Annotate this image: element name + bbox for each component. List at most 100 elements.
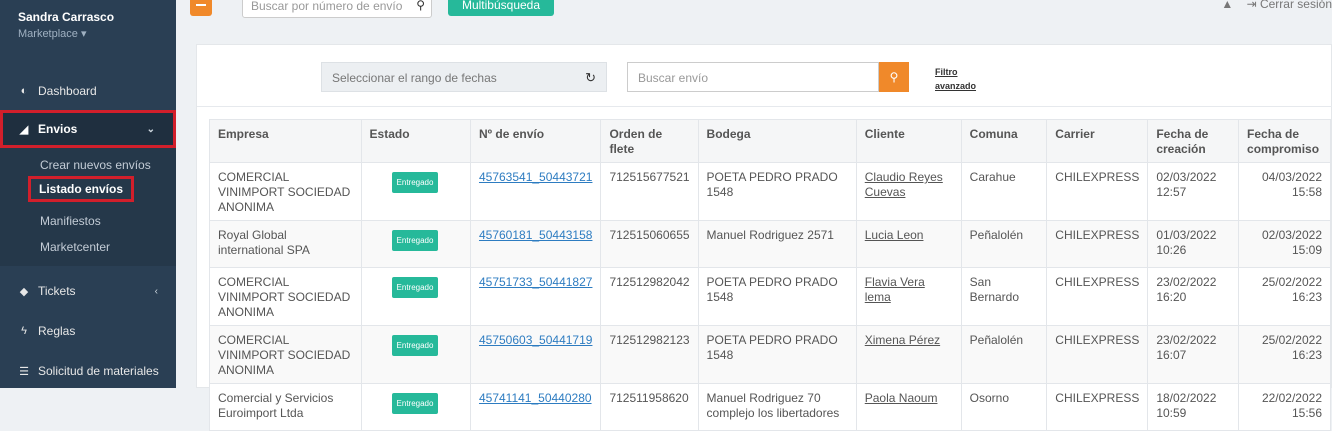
- table-row: COMERCIAL VINIMPORT SOCIEDAD ANONIMA Entr…: [209, 162, 1331, 221]
- col-cliente[interactable]: Cliente: [855, 119, 962, 163]
- cell-carrier: CHILEXPRESS: [1046, 383, 1149, 431]
- filter-row: Seleccionar el rango de fechas ↻ Buscar …: [197, 45, 1332, 107]
- date-range-picker[interactable]: Seleccionar el rango de fechas ↻: [321, 62, 607, 92]
- cell-empresa: COMERCIAL VINIMPORT SOCIEDAD ANONIMA: [209, 325, 362, 384]
- cell-bodega: Manuel Rodriguez 70 complejo los liberta…: [697, 383, 857, 431]
- shipment-number-link[interactable]: 45763541_50443721: [479, 170, 592, 184]
- cell-bodega: POETA PEDRO PRADO 1548: [697, 325, 857, 384]
- bell-icon[interactable]: ▲: [1221, 0, 1233, 11]
- submenu-marketcenter[interactable]: Marketcenter: [30, 236, 120, 258]
- client-link[interactable]: Ximena Pérez: [865, 333, 940, 347]
- col-envio[interactable]: Nº de envío: [469, 119, 602, 163]
- bolt-icon: ϟ: [21, 325, 27, 337]
- submenu-listado-envios[interactable]: Listado envíos: [28, 176, 135, 202]
- cell-carrier: CHILEXPRESS: [1046, 267, 1149, 326]
- sidebar-item-dashboard[interactable]: ◐ Dashboard: [0, 72, 176, 110]
- cell-bodega: POETA PEDRO PRADO 1548: [697, 267, 857, 326]
- user-role-dropdown[interactable]: Marketplace ▾: [18, 27, 114, 40]
- cell-bodega: Manuel Rodriguez 2571: [697, 220, 857, 268]
- col-estado[interactable]: Estado: [360, 119, 471, 163]
- search-icon: ⚲: [889, 70, 899, 84]
- cell-comuna: Osorno: [960, 383, 1048, 431]
- shipment-number-link[interactable]: 45760181_50443158: [479, 228, 592, 242]
- cell-envio: 45751733_50441827: [469, 267, 602, 326]
- cell-fecha-creacion: 02/03/2022 12:57: [1147, 162, 1240, 221]
- cell-carrier: CHILEXPRESS: [1046, 162, 1149, 221]
- cell-estado: Entregado: [360, 383, 471, 431]
- col-fecha-compromiso[interactable]: Fecha de compromiso: [1238, 119, 1331, 163]
- sidebar-item-label: Envios: [38, 122, 78, 136]
- chevron-down-icon: ⌄: [146, 123, 155, 135]
- cell-empresa: Royal Global international SPA: [209, 220, 362, 268]
- status-badge: Entregado: [391, 277, 439, 298]
- client-link[interactable]: Flavia Vera lema: [865, 275, 925, 304]
- client-link[interactable]: Claudio Reyes Cuevas: [865, 170, 943, 199]
- cell-cliente: Ximena Pérez: [855, 325, 962, 384]
- list-icon: ☰: [19, 365, 29, 378]
- col-comuna[interactable]: Comuna: [960, 119, 1048, 163]
- cell-fecha-compromiso: 25/02/2022 16:23: [1238, 267, 1331, 326]
- submenu-manifiestos[interactable]: Manifiestos: [30, 210, 111, 232]
- submenu-crear-envios[interactable]: Crear nuevos envíos: [30, 154, 161, 176]
- sidebar-item-tickets[interactable]: ◆ Tickets ‹: [0, 272, 176, 310]
- cell-fecha-creacion: 01/03/2022 10:26: [1147, 220, 1240, 268]
- col-carrier[interactable]: Carrier: [1046, 119, 1149, 163]
- envios-submenu: Crear nuevos envíos Listado envíos Manif…: [0, 148, 176, 266]
- col-orden-flete[interactable]: Orden de flete: [600, 119, 699, 163]
- cell-cliente: Flavia Vera lema: [855, 267, 962, 326]
- shipment-number-link[interactable]: 45750603_50441719: [479, 333, 592, 347]
- sidebar-item-envios[interactable]: ◢ Envios ⌄: [0, 110, 176, 148]
- chevron-left-icon: ‹: [154, 285, 158, 297]
- topbar-right: ▲ ⇥ Cerrar sesión: [1221, 0, 1332, 11]
- cell-fecha-creacion: 23/02/2022 16:07: [1147, 325, 1240, 384]
- cell-estado: Entregado: [360, 267, 471, 326]
- shipments-table: Empresa Estado Nº de envío Orden de flet…: [209, 119, 1331, 431]
- search-shipment-input[interactable]: Buscar envío: [627, 62, 879, 92]
- cell-empresa: COMERCIAL VINIMPORT SOCIEDAD ANONIMA: [209, 162, 362, 221]
- sidebar-item-solicitud-materiales[interactable]: ☰ Solicitud de materiales: [0, 352, 176, 390]
- date-range-label: Seleccionar el rango de fechas: [332, 71, 497, 85]
- table-row: COMERCIAL VINIMPORT SOCIEDAD ANONIMA Entr…: [209, 267, 1331, 326]
- cell-empresa: COMERCIAL VINIMPORT SOCIEDAD ANONIMA: [209, 267, 362, 326]
- status-badge: Entregado: [391, 172, 439, 193]
- sidebar-item-label: Solicitud de materiales: [38, 364, 159, 378]
- table-row: COMERCIAL VINIMPORT SOCIEDAD ANONIMA Entr…: [209, 325, 1331, 384]
- cell-cliente: Lucia Leon: [855, 220, 962, 268]
- cell-comuna: Peñalolén: [960, 325, 1048, 384]
- filtro-line1: Filtro: [935, 67, 958, 77]
- cell-orden-flete: 712515060655: [600, 220, 699, 268]
- cell-fecha-compromiso: 02/03/2022 15:09: [1238, 220, 1331, 268]
- menu-toggle-button[interactable]: [190, 0, 212, 16]
- col-empresa[interactable]: Empresa: [209, 119, 362, 163]
- sidebar-item-reglas[interactable]: ϟ Reglas: [0, 312, 176, 350]
- table-header-row: Empresa Estado Nº de envío Orden de flet…: [209, 119, 1331, 163]
- search-icon[interactable]: ⚲: [416, 0, 425, 12]
- refresh-icon[interactable]: ↻: [585, 70, 596, 86]
- cell-carrier: CHILEXPRESS: [1046, 220, 1149, 268]
- col-bodega[interactable]: Bodega: [697, 119, 857, 163]
- cell-fecha-compromiso: 04/03/2022 15:58: [1238, 162, 1331, 221]
- user-block[interactable]: Sandra Carrasco Marketplace ▾: [18, 10, 114, 40]
- cell-bodega: POETA PEDRO PRADO 1548: [697, 162, 857, 221]
- search-button[interactable]: ⚲: [879, 62, 909, 92]
- cell-orden-flete: 712512982042: [600, 267, 699, 326]
- advanced-filter-link[interactable]: Filtro avanzado: [935, 65, 976, 93]
- sidebar-item-label: Reglas: [38, 324, 76, 338]
- multibusqueda-button[interactable]: Multibúsqueda: [448, 0, 554, 16]
- cell-fecha-compromiso: 25/02/2022 16:23: [1238, 325, 1331, 384]
- cell-envio: 45750603_50441719: [469, 325, 602, 384]
- shipment-number-search-input[interactable]: Buscar por número de envío ⚲: [242, 0, 432, 18]
- status-badge: Entregado: [391, 230, 439, 251]
- ticket-icon: ◆: [19, 285, 29, 298]
- col-fecha-creacion[interactable]: Fecha de creación: [1147, 119, 1240, 163]
- cell-envio: 45741141_50440280: [469, 383, 602, 431]
- cell-fecha-creacion: 23/02/2022 16:20: [1147, 267, 1240, 326]
- client-link[interactable]: Lucia Leon: [865, 228, 924, 242]
- shipment-number-link[interactable]: 45751733_50441827: [479, 275, 592, 289]
- logout-link[interactable]: ⇥ Cerrar sesión: [1247, 0, 1332, 11]
- cell-comuna: Carahue: [960, 162, 1048, 221]
- client-link[interactable]: Paola Naoum: [865, 391, 938, 405]
- shipment-number-link[interactable]: 45741141_50440280: [479, 391, 592, 405]
- dashboard-icon: ◐: [20, 85, 28, 97]
- cell-estado: Entregado: [360, 162, 471, 221]
